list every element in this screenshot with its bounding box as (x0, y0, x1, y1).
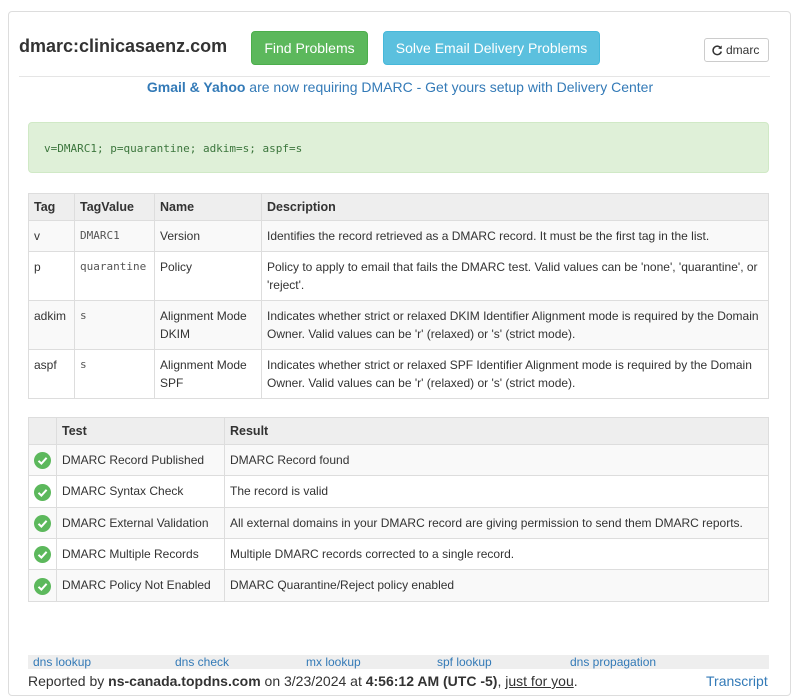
server-name: ns-canada.topdns.com (108, 673, 261, 689)
test-table-header (28, 417, 57, 445)
report-date-text: on 3/23/2024 at (260, 673, 366, 689)
table-row: DMARC Record Published DMARC Record foun… (28, 443, 769, 477)
header: dmarc:clinicasaenz.com Find Problems Sol… (19, 22, 770, 77)
solve-email-delivery-button[interactable]: Solve Email Delivery Problems (383, 31, 600, 65)
tag-cell: adkim (28, 300, 75, 350)
tag-cell: v (28, 220, 75, 252)
tag-table-header: TagValue (74, 193, 155, 221)
just-for-you-link[interactable]: just for you (505, 673, 573, 689)
check-circle-icon (34, 546, 51, 564)
tag-table: Tag TagValue Name Description v DMARC1 V… (28, 193, 769, 399)
status-cell (28, 475, 57, 508)
tag-cell: aspf (28, 349, 75, 399)
mx-lookup-link[interactable]: mx lookup (306, 655, 361, 669)
report-time: 4:56:12 AM (UTC -5) (365, 673, 498, 689)
check-circle-icon (34, 514, 51, 532)
table-row: DMARC External Validation All external d… (28, 506, 769, 539)
status-cell (28, 569, 57, 602)
period-text: . (573, 673, 578, 689)
status-cell (28, 506, 57, 539)
tag-name-cell: Alignment Mode DKIM (154, 300, 262, 350)
test-table-header: Test (56, 417, 225, 445)
test-name-cell: DMARC External Validation (56, 506, 225, 539)
table-row: v DMARC1 Version Identifies the record r… (28, 220, 769, 252)
tag-name-cell: Policy (154, 251, 262, 301)
report-footer: Reported by ns-canada.topdns.com on 3/23… (28, 673, 578, 689)
tag-description-cell: Indicates whether strict or relaxed SPF … (261, 349, 769, 399)
table-row: aspf s Alignment Mode SPF Indicates whet… (28, 349, 769, 399)
notice-text: are now requiring DMARC - Get yours setu… (245, 79, 654, 95)
test-result-cell: Multiple DMARC records corrected to a si… (224, 537, 769, 571)
dmarc-notice-link[interactable]: Gmail & Yahoo are now requiring DMARC - … (0, 79, 800, 95)
page-title: dmarc:clinicasaenz.com (19, 36, 228, 56)
notice-brands: Gmail & Yahoo (146, 79, 246, 95)
status-cell (28, 443, 57, 477)
refresh-icon (712, 45, 723, 56)
table-row: DMARC Syntax Check The record is valid (28, 475, 769, 508)
tag-description-cell: Policy to apply to email that fails the … (261, 251, 769, 301)
footer-links: dns lookup dns check mx lookup spf looku… (28, 655, 769, 669)
tag-value-cell: s (74, 300, 155, 350)
table-row: p quarantine Policy Policy to apply to e… (28, 251, 769, 301)
tag-cell: p (28, 251, 75, 301)
check-circle-icon (34, 452, 51, 470)
spf-lookup-link[interactable]: spf lookup (437, 655, 492, 669)
find-problems-button[interactable]: Find Problems (251, 31, 368, 65)
test-table-header: Result (224, 417, 769, 445)
tag-name-cell: Alignment Mode SPF (154, 349, 262, 399)
dmarc-refresh-button[interactable]: dmarc (704, 38, 769, 62)
test-name-cell: DMARC Record Published (56, 443, 225, 477)
reported-by-text: Reported by (28, 673, 109, 689)
test-name-cell: DMARC Multiple Records (56, 537, 225, 571)
tag-value-cell: quarantine (74, 251, 155, 301)
tag-table-header: Name (154, 193, 262, 221)
test-result-cell: All external domains in your DMARC recor… (224, 506, 769, 539)
dmarc-button-label: dmarc (726, 43, 760, 57)
check-circle-icon (34, 577, 51, 595)
dns-lookup-link[interactable]: dns lookup (33, 655, 91, 669)
test-result-cell: DMARC Quarantine/Reject policy enabled (224, 569, 769, 602)
test-name-cell: DMARC Policy Not Enabled (56, 569, 225, 602)
tag-table-header: Description (261, 193, 769, 221)
tag-name-cell: Version (154, 220, 262, 252)
dns-check-link[interactable]: dns check (175, 655, 229, 669)
tag-value-cell: s (74, 349, 155, 399)
tag-value-cell: DMARC1 (74, 220, 155, 252)
tag-table-header: Tag (28, 193, 75, 221)
tag-description-cell: Identifies the record retrieved as a DMA… (261, 220, 769, 252)
table-row: DMARC Policy Not Enabled DMARC Quarantin… (28, 569, 769, 602)
transcript-link[interactable]: Transcript (706, 673, 768, 689)
test-name-cell: DMARC Syntax Check (56, 475, 225, 508)
tag-description-cell: Indicates whether strict or relaxed DKIM… (261, 300, 769, 350)
status-cell (28, 537, 57, 571)
dmarc-record: v=DMARC1; p=quarantine; adkim=s; aspf=s (28, 122, 769, 173)
test-result-cell: The record is valid (224, 475, 769, 508)
test-table: Test Result DMARC Record Published DMARC… (28, 417, 769, 602)
test-result-cell: DMARC Record found (224, 443, 769, 477)
table-row: DMARC Multiple Records Multiple DMARC re… (28, 537, 769, 571)
check-circle-icon (34, 483, 51, 501)
table-row: adkim s Alignment Mode DKIM Indicates wh… (28, 300, 769, 350)
dns-propagation-link[interactable]: dns propagation (570, 655, 656, 669)
